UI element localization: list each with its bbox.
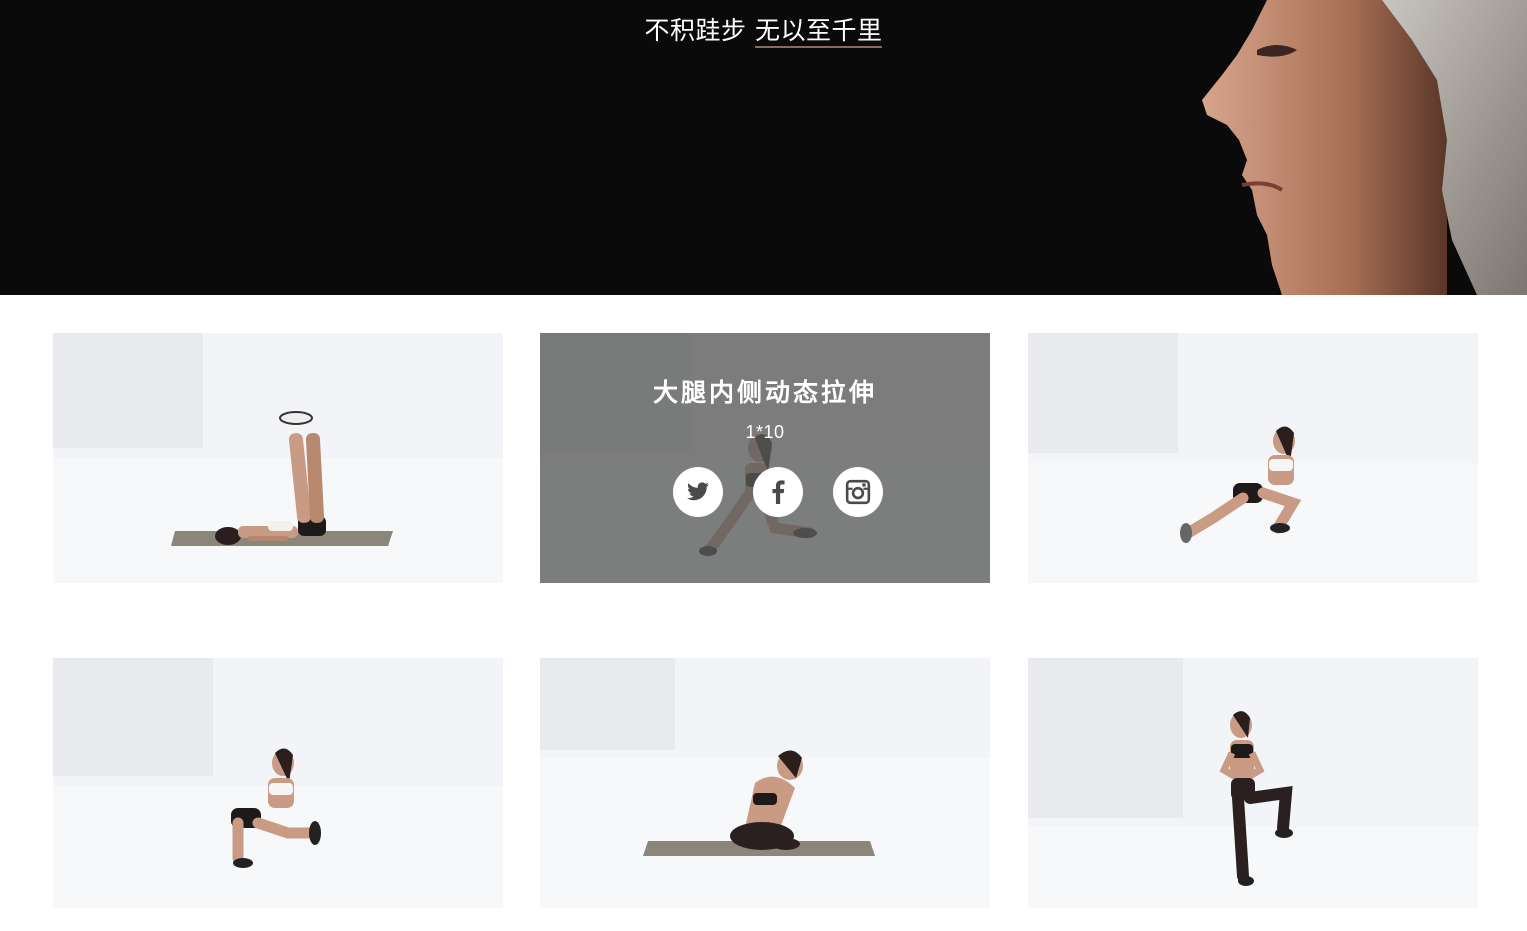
exercise-image-standing-knee-raise — [1028, 658, 1478, 908]
exercise-card-6[interactable] — [1028, 658, 1478, 908]
exercise-card-1[interactable] — [53, 333, 503, 583]
exercise-image-side-lunge-stretch — [1028, 333, 1478, 583]
twitter-icon — [687, 482, 709, 501]
exercise-image-squat-leg-extend — [53, 658, 503, 908]
twitter-share-button[interactable] — [673, 467, 723, 517]
exercise-card-4[interactable] — [53, 658, 503, 908]
exercise-image-seated-butterfly — [540, 658, 990, 908]
hero-title-part-1: 不积跬步 — [644, 16, 747, 45]
exercise-title: 大腿内侧动态拉伸 — [652, 378, 877, 407]
exercise-card-2[interactable]: 大腿内侧动态拉伸 1*10 — [540, 333, 990, 583]
exercise-card-5[interactable] — [540, 658, 990, 908]
exercise-sets: 1*10 — [745, 422, 785, 442]
exercise-image-lying-leg-raise — [53, 333, 503, 583]
instagram-share-button[interactable] — [833, 467, 883, 517]
facebook-share-button[interactable] — [753, 467, 803, 517]
hero-banner: 不积跬步 无以至千里 — [0, 0, 1527, 295]
exercise-hover-overlay: 大腿内侧动态拉伸 1*10 — [540, 333, 990, 583]
social-share-row — [673, 467, 883, 517]
instagram-icon — [845, 479, 871, 505]
exercise-card-3[interactable] — [1028, 333, 1478, 583]
facebook-icon — [772, 480, 785, 504]
hero-title-part-2: 无以至千里 — [754, 16, 883, 48]
hero-face-image — [1202, 0, 1527, 295]
